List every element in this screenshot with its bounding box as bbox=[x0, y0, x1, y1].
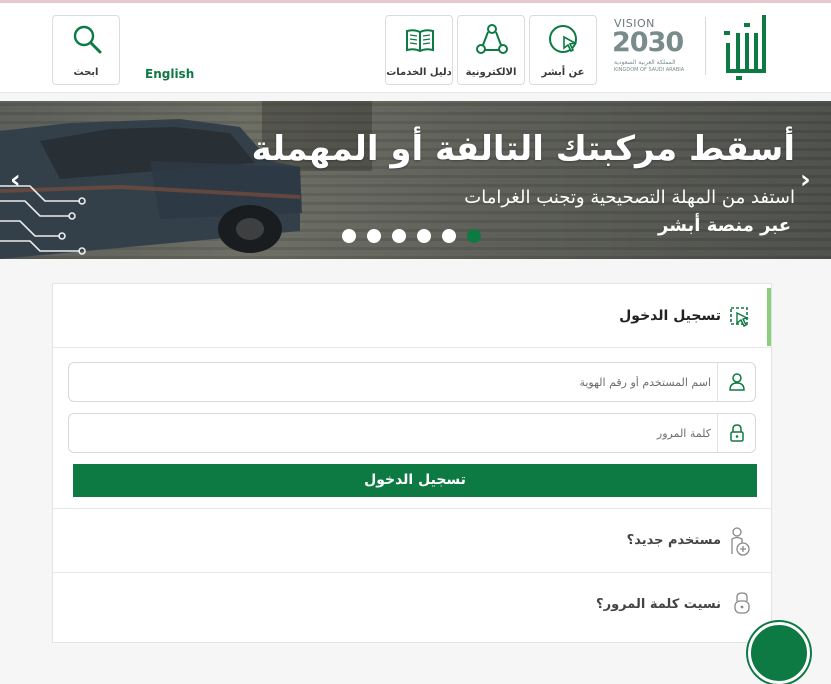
nav-eservices-label: الالكترونية bbox=[465, 67, 517, 78]
login-card-header: تسجيل الدخول bbox=[53, 284, 771, 348]
banner-dot-5[interactable] bbox=[442, 229, 456, 243]
login-submit-button[interactable]: تسجيل الدخول bbox=[73, 464, 757, 497]
banner-dot-3[interactable] bbox=[392, 229, 406, 243]
language-toggle-link[interactable]: English bbox=[145, 67, 194, 81]
banner-prev-arrow[interactable]: ‹ bbox=[10, 165, 21, 195]
network-icon bbox=[476, 24, 508, 54]
search-icon bbox=[73, 25, 102, 54]
lock-icon bbox=[730, 424, 744, 442]
nav-about-label: عن أبشر bbox=[541, 67, 585, 78]
vision-2030-logo: VISION 2030 المملكة العربية السعودية KIN… bbox=[610, 17, 702, 79]
banner-subtitle: استفد من المهلة التصحيحية وتجنب الغرامات bbox=[464, 187, 795, 208]
username-input[interactable] bbox=[111, 371, 711, 393]
absher-logo[interactable] bbox=[718, 13, 774, 81]
login-header-accent bbox=[767, 288, 771, 346]
password-input[interactable] bbox=[111, 422, 711, 444]
banner-dot-6[interactable] bbox=[467, 229, 481, 243]
user-icon bbox=[729, 373, 745, 391]
password-field[interactable] bbox=[68, 413, 756, 453]
site-header: VISION 2030 المملكة العربية السعودية KIN… bbox=[0, 3, 831, 93]
username-field[interactable] bbox=[68, 362, 756, 402]
new-user-link[interactable]: مستخدم جديد؟ bbox=[627, 533, 721, 548]
login-title: تسجيل الدخول bbox=[619, 308, 721, 324]
forgot-password-row[interactable]: نسيت كلمة المرور؟ bbox=[53, 572, 771, 636]
search-button[interactable]: ابحث bbox=[52, 15, 120, 85]
nav-eservices[interactable]: الالكترونية bbox=[457, 15, 525, 85]
cursor-click-icon bbox=[549, 25, 578, 53]
nav-services-guide[interactable]: دليل الخدمات bbox=[385, 15, 453, 85]
banner-next-arrow[interactable]: › bbox=[800, 165, 811, 195]
add-user-icon bbox=[731, 527, 750, 556]
logo-separator bbox=[705, 17, 706, 75]
book-icon bbox=[406, 29, 434, 53]
banner-subtitle-2: عبر منصة أبشر bbox=[658, 215, 791, 236]
banner-dot-4[interactable] bbox=[417, 229, 431, 243]
password-icon-box bbox=[717, 414, 755, 452]
banner-dot-2[interactable] bbox=[367, 229, 381, 243]
search-label: ابحث bbox=[73, 67, 99, 78]
forgot-password-link[interactable]: نسيت كلمة المرور؟ bbox=[596, 597, 721, 612]
lock-question-icon bbox=[734, 592, 750, 614]
new-user-row[interactable]: مستخدم جديد؟ bbox=[53, 508, 771, 572]
nav-about-absher[interactable]: عن أبشر bbox=[529, 15, 597, 85]
banner-dot-1[interactable] bbox=[342, 229, 356, 243]
login-card: تسجيل الدخول تسجيل الدخول مستخد bbox=[52, 283, 772, 643]
username-icon-box bbox=[717, 363, 755, 401]
vision-country-ar: المملكة العربية السعودية bbox=[614, 59, 676, 66]
nav-services-guide-label: دليل الخدمات bbox=[386, 67, 452, 78]
banner-title: أسقط مركبتك التالفة أو المهملة bbox=[251, 129, 795, 169]
vision-country-en: KINGDOM OF SAUDI ARABIA bbox=[614, 67, 685, 73]
vision-year: 2030 bbox=[612, 27, 684, 58]
floating-help-button[interactable] bbox=[748, 622, 810, 684]
hero-banner: ‹ › أسقط مركبتك التالفة أو المهملة استفد… bbox=[0, 101, 831, 259]
login-pointer-icon bbox=[730, 307, 750, 327]
